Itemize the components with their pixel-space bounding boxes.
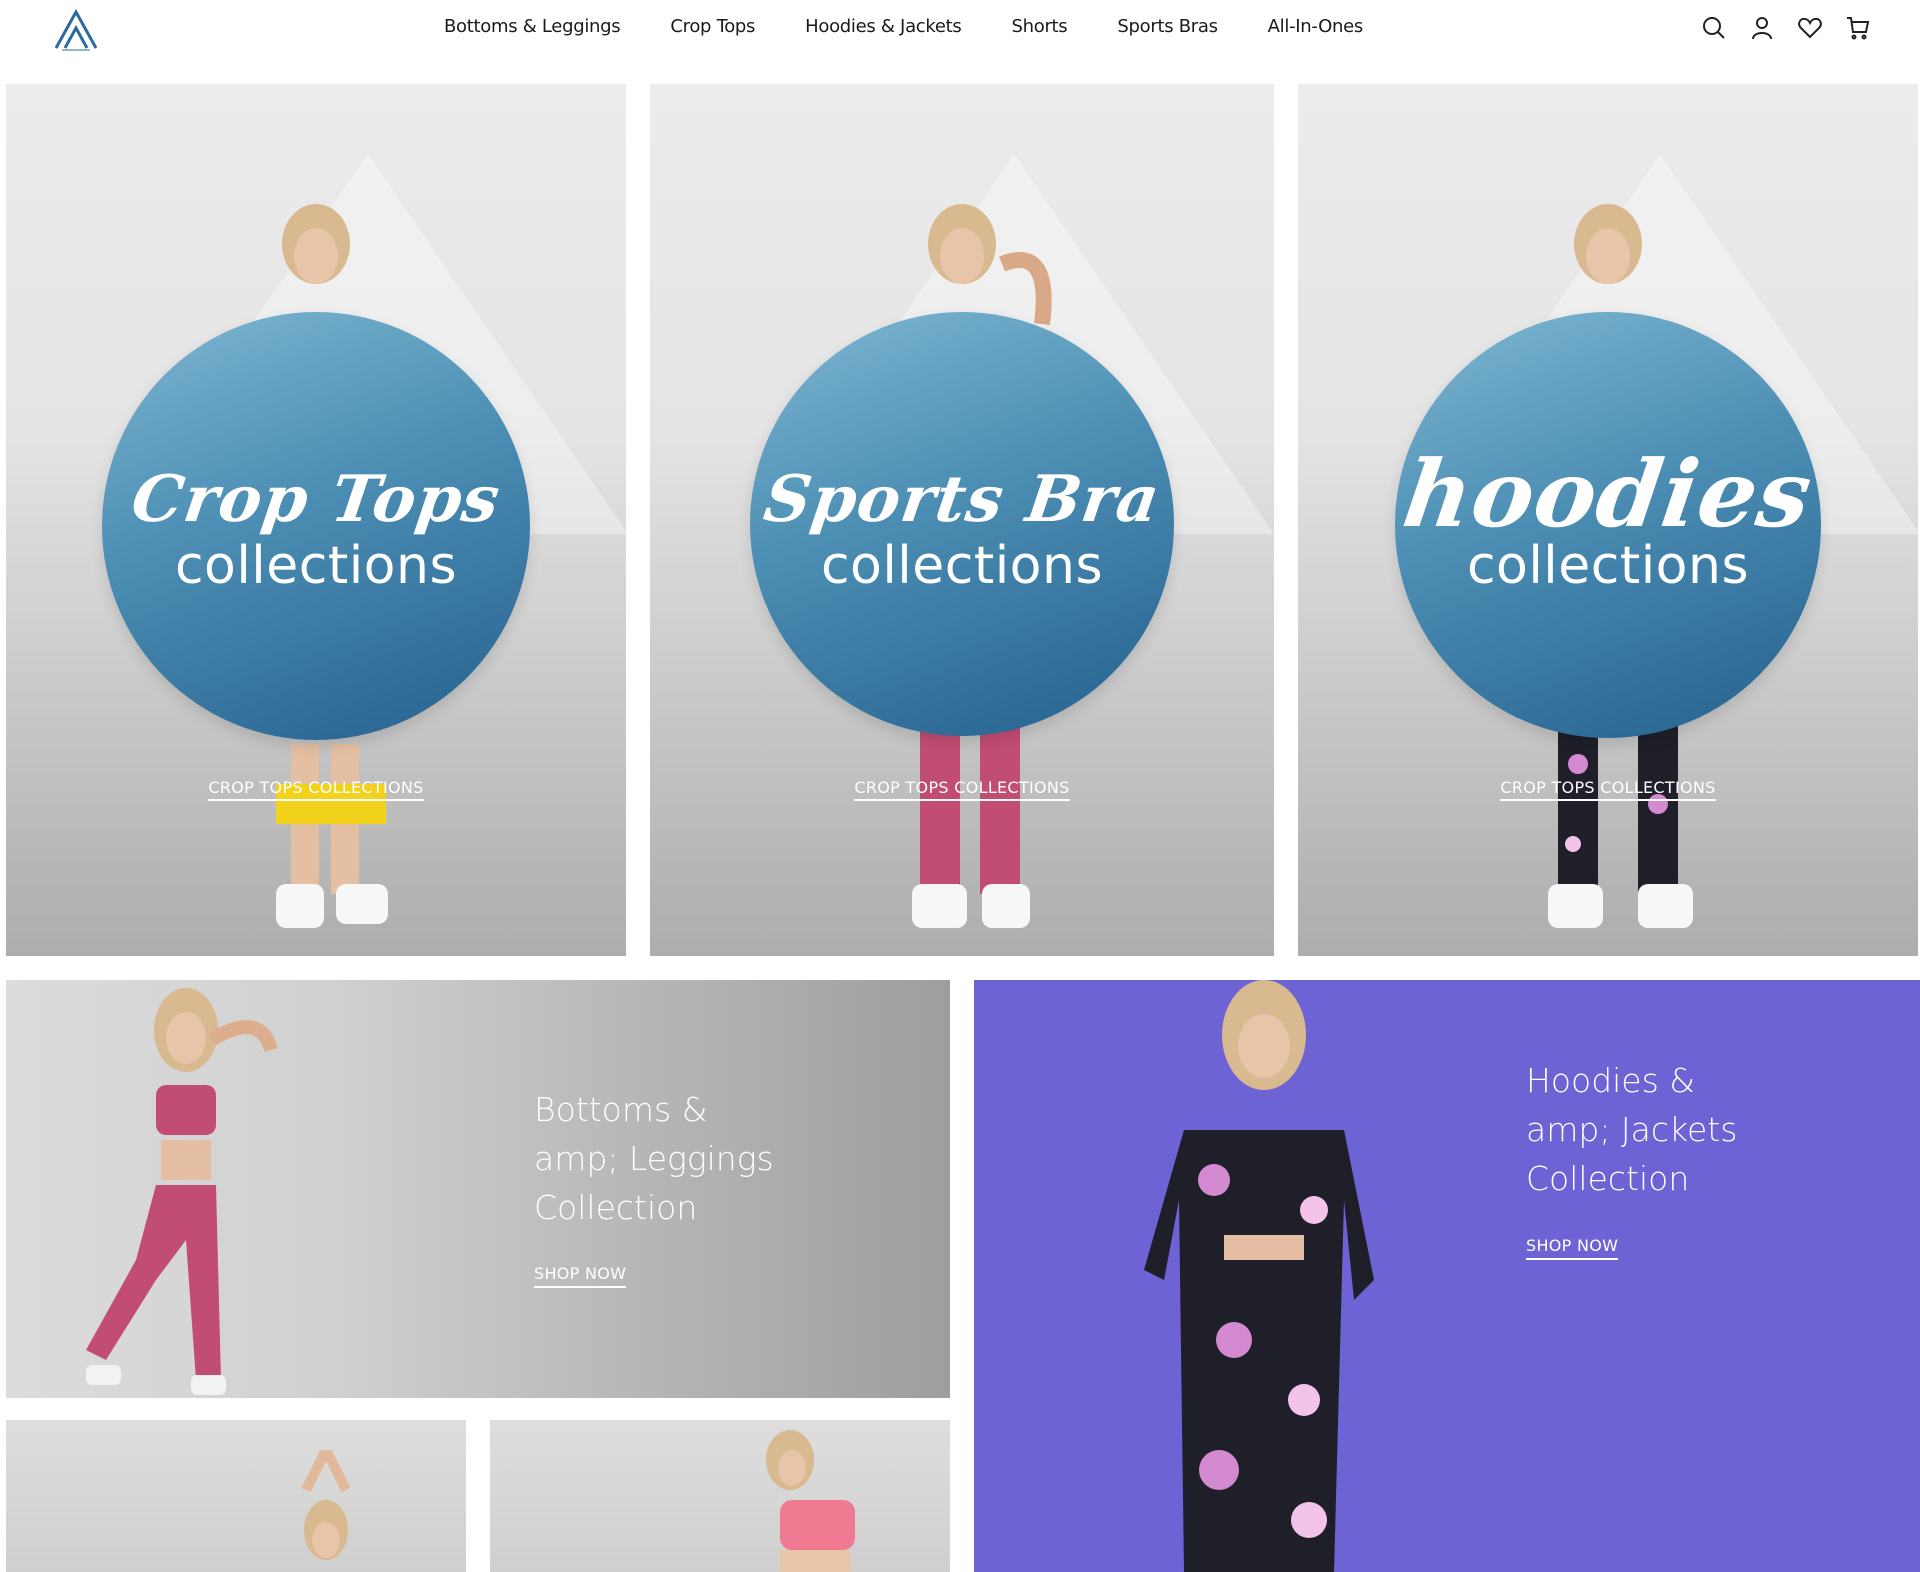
banner-title-line: Hoodies & — [1526, 1061, 1696, 1100]
hoodies-banner[interactable]: Hoodies & amp; Jackets Collection SHOP N… — [974, 980, 1920, 1572]
panel-script-title: Sports Bra — [759, 462, 1165, 537]
banner-title: Hoodies & amp; Jackets Collection — [1526, 1056, 1737, 1203]
main-nav: Bottoms & Leggings Crop Tops Hoodies & J… — [444, 16, 1363, 40]
nav-shorts[interactable]: Shorts — [1012, 16, 1068, 40]
nav-hoodies-jackets[interactable]: Hoodies & Jackets — [805, 16, 962, 40]
search-icon[interactable] — [1700, 14, 1728, 42]
sports-bras-tile[interactable] — [6, 1420, 466, 1572]
nav-sports-bras[interactable]: Sports Bras — [1117, 16, 1218, 40]
model-image — [301, 1450, 351, 1560]
nav-all-in-ones[interactable]: All-In-Ones — [1268, 16, 1364, 40]
panel-script-title: hoodies — [1397, 440, 1819, 548]
banner-title-line: Bottoms & — [534, 1090, 708, 1129]
bottoms-banner[interactable]: Bottoms & amp; Leggings Collection SHOP … — [6, 980, 950, 1398]
wishlist-icon[interactable] — [1796, 14, 1824, 42]
panel-subtitle: collections — [1466, 536, 1750, 596]
site-header: Bottoms & Leggings Crop Tops Hoodies & J… — [0, 0, 1920, 82]
crop-tops-panel[interactable]: Crop Tops collections CROP TOPS COLLECTI… — [6, 84, 626, 956]
shop-now-link[interactable]: SHOP NOW — [1526, 1236, 1619, 1260]
model-image — [766, 1430, 855, 1572]
model-image — [86, 988, 278, 1395]
nav-bottoms-leggings[interactable]: Bottoms & Leggings — [444, 16, 621, 40]
collection-circle: hoodies collections — [1395, 312, 1821, 738]
brand-logo[interactable] — [52, 8, 100, 52]
hoodies-panel[interactable]: hoodies collections CROP TOPS COLLECTION… — [1298, 84, 1918, 956]
shorts-tile[interactable] — [490, 1420, 950, 1572]
collection-circle: Crop Tops collections — [102, 312, 530, 740]
panel-cta-link[interactable]: CROP TOPS COLLECTIONS — [1500, 778, 1716, 801]
header-actions — [1700, 14, 1872, 42]
panel-subtitle: collections — [174, 536, 458, 596]
panel-subtitle: collections — [820, 536, 1104, 596]
cart-icon[interactable] — [1844, 14, 1872, 42]
sports-bra-panel[interactable]: Sports Bra collections CROP TOPS COLLECT… — [650, 84, 1274, 956]
model-image — [1144, 980, 1374, 1572]
collection-circle: Sports Bra collections — [750, 312, 1174, 736]
banner-title: Bottoms & amp; Leggings Collection — [534, 1085, 774, 1232]
nav-crop-tops[interactable]: Crop Tops — [670, 16, 755, 40]
banner-title-line: Collection — [534, 1188, 698, 1227]
account-icon[interactable] — [1748, 14, 1776, 42]
panel-cta-link[interactable]: CROP TOPS COLLECTIONS — [208, 778, 424, 801]
shop-now-link[interactable]: SHOP NOW — [534, 1264, 627, 1288]
banner-title-line: amp; Leggings — [534, 1139, 774, 1178]
banner-title-line: Collection — [1526, 1159, 1690, 1198]
banner-title-line: amp; Jackets — [1526, 1110, 1738, 1149]
panel-cta-link[interactable]: CROP TOPS COLLECTIONS — [854, 778, 1070, 801]
logo-icon — [54, 8, 98, 51]
panel-script-title: Crop Tops — [127, 462, 505, 537]
